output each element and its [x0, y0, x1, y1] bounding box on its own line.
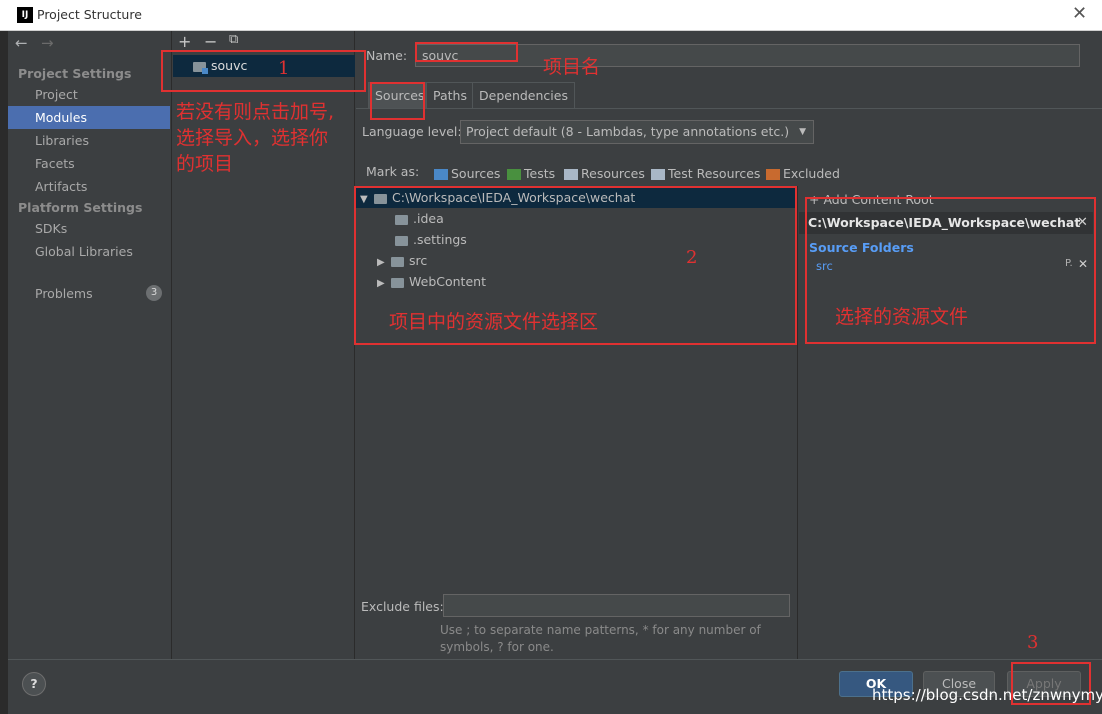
help-button[interactable]: ?	[22, 672, 46, 696]
annotation-add-hint-1: 若没有则点击加号,	[176, 101, 335, 123]
mark-sources-label: Sources	[451, 166, 501, 181]
annotation-box-module	[161, 50, 366, 92]
tests-folder-icon	[507, 169, 521, 180]
mark-test-resources-label: Test Resources	[668, 166, 761, 181]
mark-tests-button[interactable]: Tests	[507, 166, 555, 181]
nav-item-modules[interactable]: Modules	[8, 106, 170, 129]
add-module-icon[interactable]: +	[178, 32, 191, 51]
exclude-hint-line1: Use ; to separate name patterns, * for a…	[440, 623, 761, 637]
window-title: Project Structure	[37, 7, 142, 22]
annotation-tree-hint: 项目中的资源文件选择区	[389, 311, 599, 333]
annotation-box-name	[415, 42, 518, 62]
annotation-number-1: 1	[278, 58, 290, 79]
exclude-files-field[interactable]	[443, 594, 790, 617]
remove-module-icon[interactable]: −	[204, 32, 217, 51]
mark-resources-button[interactable]: Resources	[564, 166, 645, 181]
platform-settings-title: Platform Settings	[18, 200, 143, 215]
tab-divider	[356, 108, 1102, 109]
mark-sources-button[interactable]: Sources	[434, 166, 500, 181]
language-level-select[interactable]: Project default (8 - Lambdas, type annot…	[460, 120, 814, 144]
project-settings-title: Project Settings	[18, 66, 132, 81]
mark-excluded-button[interactable]: Excluded	[766, 166, 840, 181]
resources-folder-icon	[564, 169, 578, 180]
intellij-icon: IJ	[17, 7, 33, 23]
nav-item-global-libraries[interactable]: Global Libraries	[8, 240, 170, 263]
name-label: Name:	[366, 48, 408, 63]
nav-item-libraries[interactable]: Libraries	[8, 129, 170, 152]
mark-test-resources-button[interactable]: Test Resources	[651, 166, 760, 181]
excluded-folder-icon	[766, 169, 780, 180]
forward-arrow-icon[interactable]: →	[41, 34, 54, 52]
annotation-number-2: 2	[686, 247, 698, 268]
tab-dependencies[interactable]: Dependencies	[472, 82, 575, 108]
settings-nav: ← → Project Settings Project Modules Lib…	[8, 31, 170, 659]
mark-tests-label: Tests	[524, 166, 556, 181]
test-resources-folder-icon	[651, 169, 665, 180]
annotation-selected-hint: 选择的资源文件	[835, 306, 969, 328]
language-level-value: Project default (8 - Lambdas, type annot…	[466, 124, 790, 139]
problems-label: Problems	[35, 286, 93, 301]
nav-item-facets[interactable]: Facets	[8, 152, 170, 175]
module-settings: Name: souvc Sources Paths Dependencies L…	[356, 31, 1102, 659]
language-level-label: Language level:	[362, 124, 462, 139]
chevron-down-icon: ▼	[799, 127, 806, 137]
nav-item-sdks[interactable]: SDKs	[8, 217, 170, 240]
annotation-add-hint-3: 的项目	[176, 153, 234, 175]
watermark: https://blog.csdn.net/znwnymys	[872, 686, 1102, 704]
nav-item-project[interactable]: Project	[8, 83, 170, 106]
annotation-project-name: 项目名	[543, 56, 601, 78]
annotation-number-3: 3	[1027, 632, 1039, 653]
exclude-hint-line2: symbols, ? for one.	[440, 640, 554, 654]
tab-paths[interactable]: Paths	[426, 82, 474, 108]
mark-resources-label: Resources	[581, 166, 645, 181]
sources-folder-icon	[434, 169, 448, 180]
exclude-files-label: Exclude files:	[361, 599, 444, 614]
problems-count-badge: 3	[146, 285, 162, 301]
close-icon[interactable]: ✕	[1072, 3, 1087, 24]
copy-module-icon[interactable]: ⧉	[229, 32, 238, 47]
back-arrow-icon[interactable]: ←	[15, 34, 28, 52]
mark-excluded-label: Excluded	[783, 166, 840, 181]
mark-as-label: Mark as:	[366, 164, 420, 179]
window-edge	[0, 31, 8, 714]
annotation-add-hint-2: 选择导入，选择你	[176, 127, 329, 149]
nav-item-artifacts[interactable]: Artifacts	[8, 175, 170, 198]
title-bar: IJ Project Structure ✕	[0, 0, 1102, 31]
annotation-box-sources-tab	[370, 82, 425, 120]
